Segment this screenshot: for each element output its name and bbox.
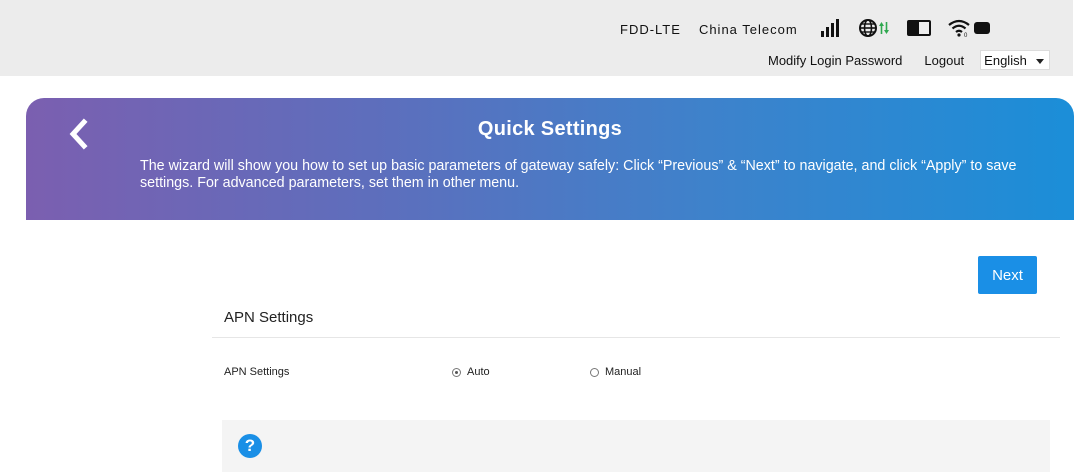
header-links: Modify Login Password Logout English [768,50,1051,70]
banner-description: The wizard will show you how to set up b… [140,158,1017,191]
section-divider [212,337,1060,338]
language-select[interactable]: English [980,50,1051,70]
help-panel: ? [222,420,1050,472]
radio-checked-icon[interactable] [452,367,461,377]
modify-login-password-link[interactable]: Modify Login Password [768,53,902,68]
apn-auto-label: Auto [467,366,490,378]
logout-link[interactable]: Logout [924,53,964,68]
apn-manual-radio[interactable]: Manual [590,366,641,378]
chevron-down-icon [1036,59,1045,64]
next-button[interactable]: Next [978,256,1037,294]
radio-unchecked-icon[interactable] [590,367,599,377]
internet-globe-icon [858,18,878,41]
section-title: APN Settings [224,309,314,326]
page-title: Quick Settings [477,118,623,140]
carrier-name: China Telecom [698,21,798,37]
status-row: FDD-LTE China Telecom 0 [620,17,991,41]
message-icon [973,20,991,39]
wifi-icon: 0 [947,18,971,41]
data-transfer-arrows-icon [878,21,889,38]
top-status-bar: FDD-LTE China Telecom 0 Modify Login Pas… [0,0,1073,76]
battery-icon [906,19,933,40]
signal-strength-icon [820,18,842,41]
apn-settings-label: APN Settings [224,366,290,378]
language-value: English [984,52,1027,68]
quick-settings-banner: Quick Settings The wizard will show you … [26,98,1074,220]
help-question-icon[interactable]: ? [238,434,262,458]
svg-text:0: 0 [964,33,968,38]
network-type: FDD-LTE [620,21,681,37]
apn-auto-radio[interactable]: Auto [452,366,490,378]
apn-manual-label: Manual [605,366,642,378]
